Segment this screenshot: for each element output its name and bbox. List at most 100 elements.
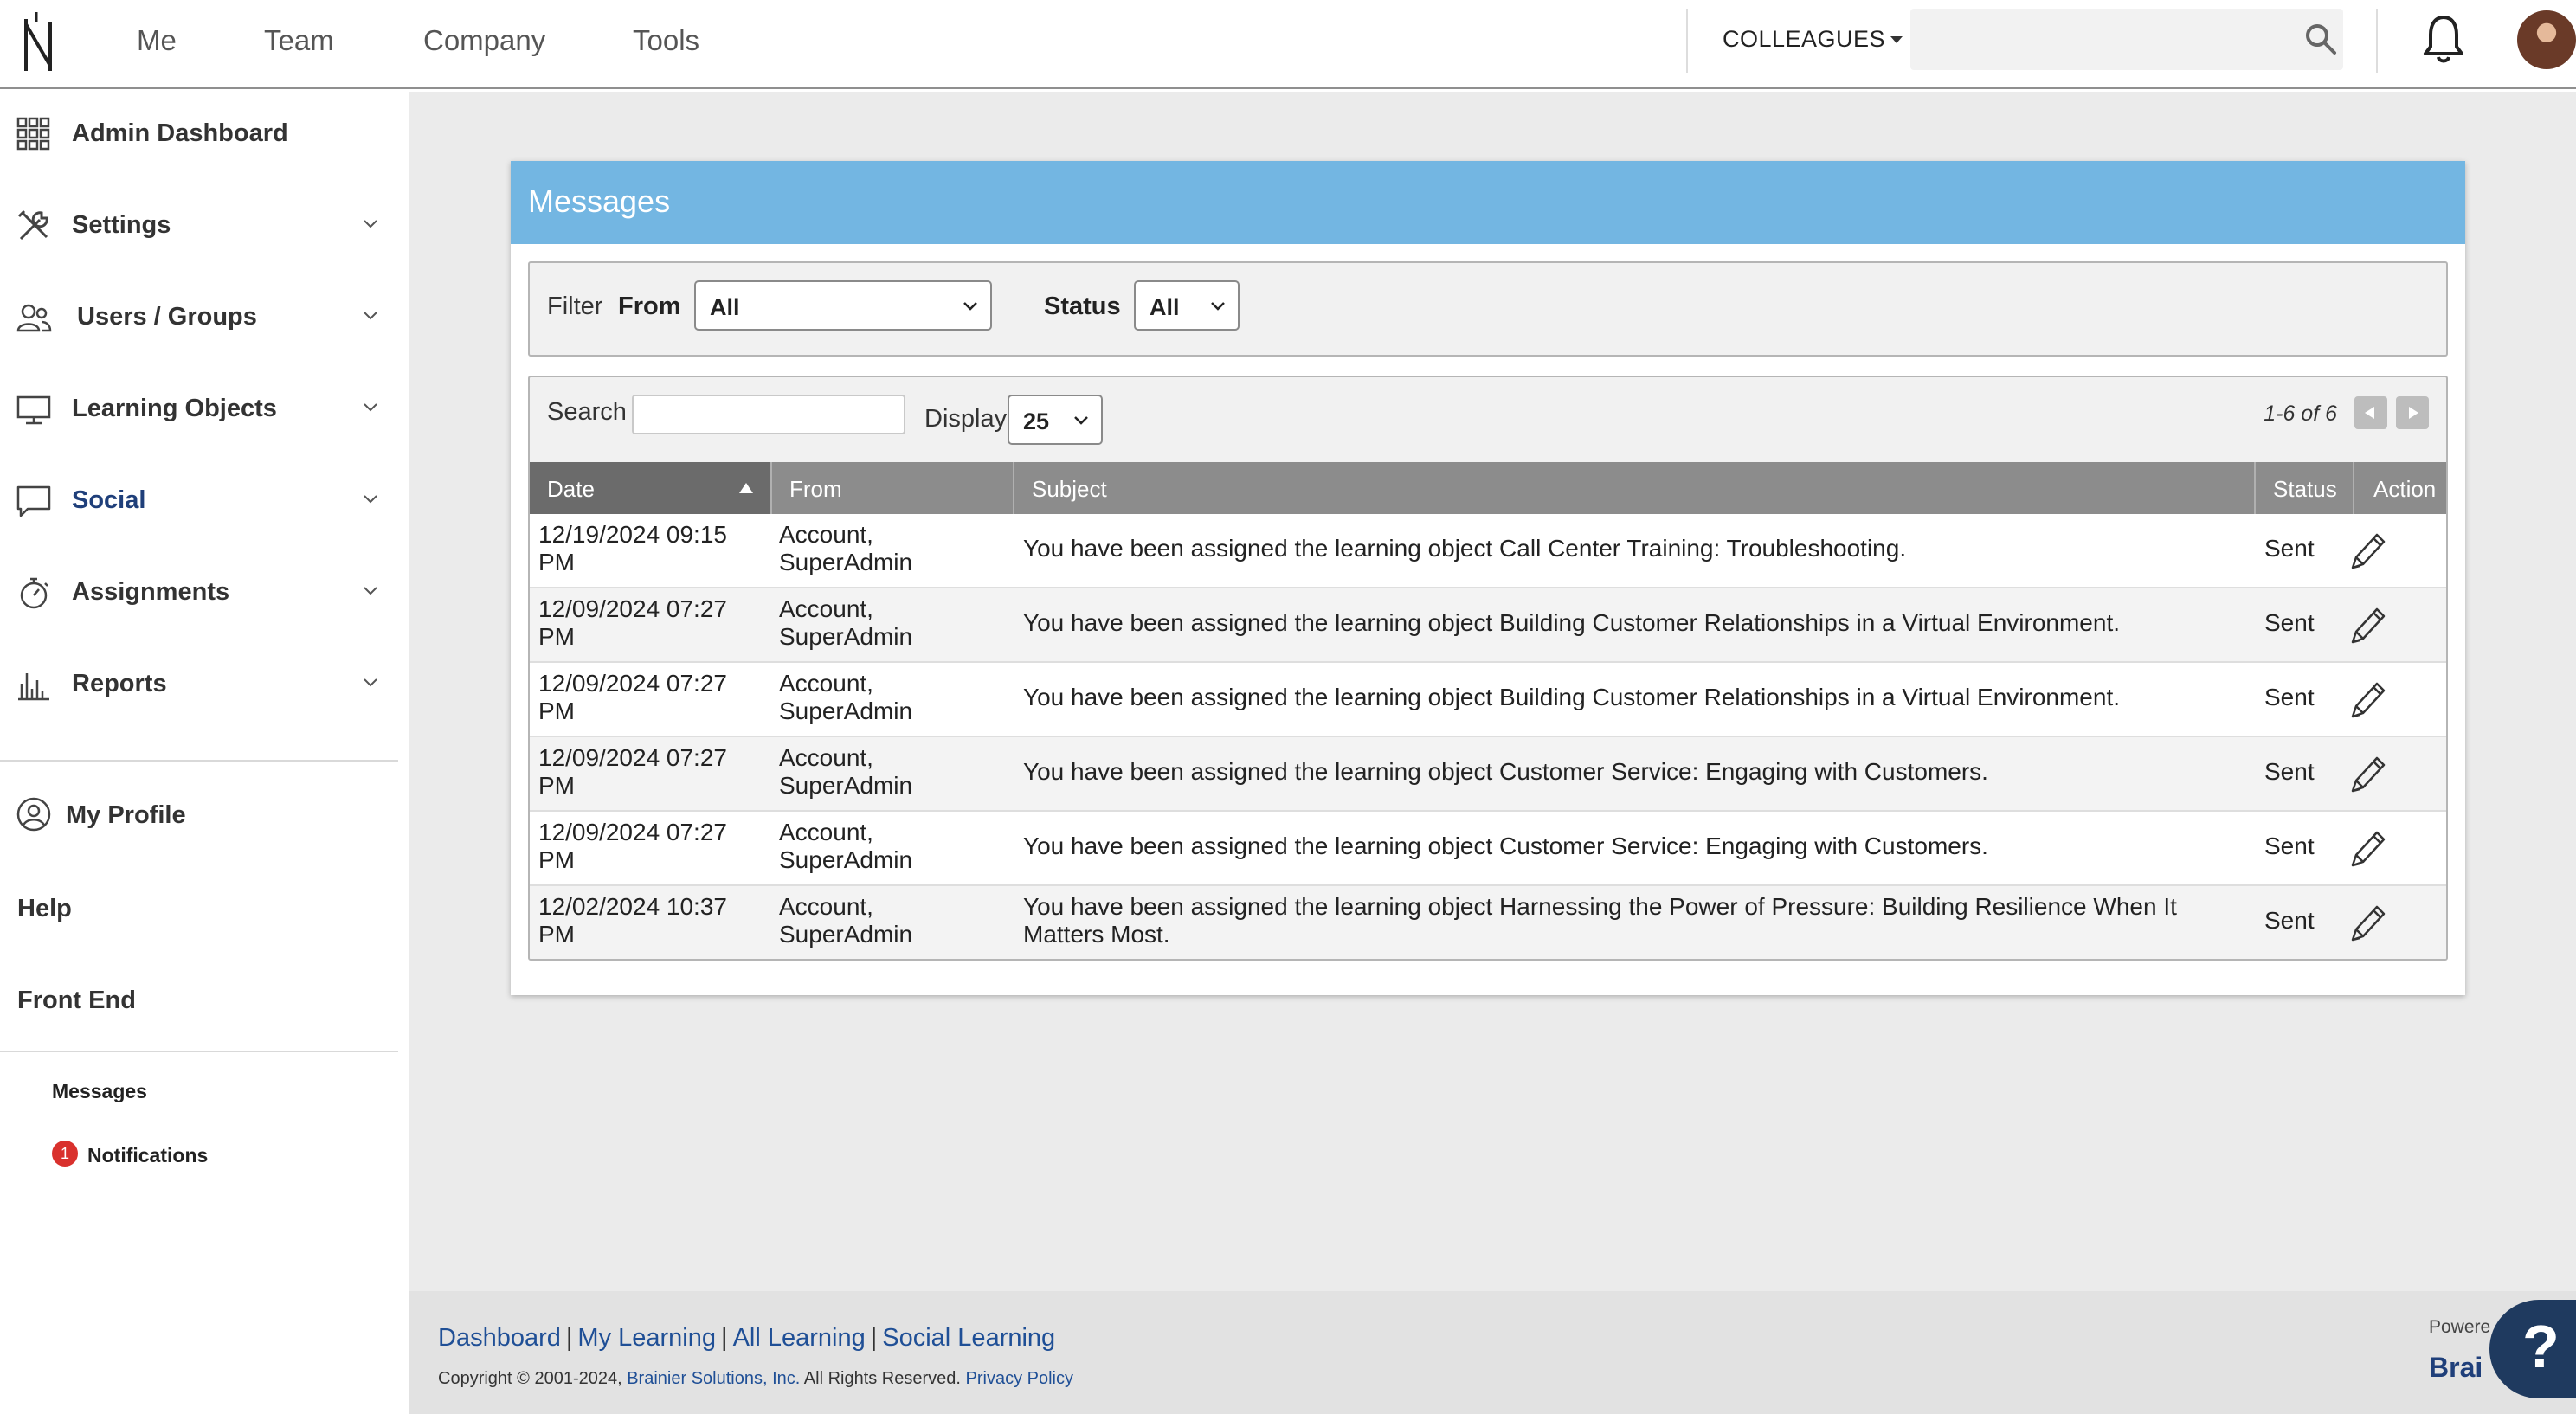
table-row[interactable]: 12/19/2024 09:15 PM Account, SuperAdmin You … [530, 514, 2446, 588]
sidebar-item-help[interactable]: Help [17, 895, 72, 923]
sidebar-item-admin-dashboard[interactable]: Admin Dashboard [0, 92, 398, 178]
search-icon[interactable] [2304, 22, 2337, 55]
divider [2376, 9, 2378, 73]
table-row[interactable]: 12/02/2024 10:37 PM Account, SuperAdmin You … [530, 886, 2446, 959]
from-select[interactable]: All [694, 280, 992, 331]
edit-pencil-icon[interactable] [2346, 827, 2387, 871]
column-header-from[interactable]: From [772, 462, 1014, 514]
subject-cell: You have been assigned the learning obje… [1023, 535, 2235, 562]
chevron-down-icon [1074, 416, 1088, 425]
date-line: PM [538, 549, 575, 575]
table-row[interactable]: 12/09/2024 07:27 PM Account, SuperAdmin You … [530, 812, 2446, 886]
from-line: SuperAdmin [779, 921, 913, 948]
date-cell: 12/02/2024 10:37 PM [538, 893, 727, 948]
sidebar-item-social[interactable]: Social [0, 459, 398, 545]
footer-link-social-learning[interactable]: Social Learning [882, 1324, 1055, 1352]
colleagues-dropdown[interactable]: COLLEAGUES [1723, 26, 1903, 53]
users-icon [16, 304, 52, 332]
grid-icon [16, 117, 50, 151]
subject-line: Matters Most. [1023, 921, 1170, 948]
status-select[interactable]: All [1134, 280, 1240, 331]
status-cell: Sent [2264, 535, 2315, 562]
column-header-date[interactable]: Date [530, 462, 772, 514]
subject-cell: You have been assigned the learning obje… [1023, 893, 2235, 948]
subject-line: You have been assigned the learning obje… [1023, 535, 1907, 562]
status-cell: Sent [2264, 609, 2315, 636]
status-select-value: All [1150, 294, 1180, 320]
question-mark-icon: ? [2522, 1313, 2560, 1380]
user-circle-icon [16, 797, 51, 832]
edit-pencil-icon[interactable] [2346, 678, 2387, 722]
sidebar-subitem-notifications[interactable]: Notifications [87, 1144, 208, 1167]
chat-icon [16, 485, 51, 517]
panel-header: Messages [511, 161, 2465, 244]
sidebar-item-reports[interactable]: Reports [0, 642, 398, 729]
column-header-subject[interactable]: Subject [1014, 462, 2256, 514]
global-search-input[interactable] [1910, 9, 2343, 70]
display-select[interactable]: 25 [1008, 395, 1103, 445]
copyright-text: Copyright © 2001-2024, [438, 1369, 622, 1388]
chevron-down-icon [364, 403, 377, 412]
subject-cell: You have been assigned the learning obje… [1023, 758, 2235, 786]
footer-link-all-learning[interactable]: All Learning [733, 1324, 866, 1352]
topnav-tools[interactable]: Tools [633, 24, 699, 57]
sidebar-item-label: Admin Dashboard [72, 119, 288, 147]
date-line: 12/02/2024 10:37 [538, 893, 727, 920]
status-cell: Sent [2264, 684, 2315, 710]
column-label: Action [2373, 476, 2437, 502]
privacy-policy-link[interactable]: Privacy Policy [966, 1369, 1073, 1388]
table-search-input[interactable] [632, 395, 905, 434]
sidebar-item-my-profile[interactable]: My Profile [0, 775, 398, 862]
edit-pencil-icon[interactable] [2346, 902, 2387, 945]
sidebar-item-label: Reports [72, 670, 167, 697]
date-line: 12/09/2024 07:27 [538, 670, 727, 697]
footer-link-my-learning[interactable]: My Learning [577, 1324, 716, 1352]
edit-pencil-icon[interactable] [2346, 604, 2387, 647]
topnav-company[interactable]: Company [423, 24, 545, 57]
from-line: SuperAdmin [779, 697, 913, 724]
company-link[interactable]: Brainier Solutions, Inc. [627, 1369, 800, 1388]
from-line: Account, [779, 670, 873, 697]
table-row[interactable]: 12/09/2024 07:27 PM Account, SuperAdmin You … [530, 737, 2446, 812]
prev-page-button[interactable] [2354, 396, 2387, 429]
from-line: SuperAdmin [779, 623, 913, 650]
chevron-down-icon [364, 587, 377, 595]
sidebar-item-assignments[interactable]: Assignments [0, 550, 398, 637]
sidebar-item-settings[interactable]: Settings [0, 183, 398, 270]
edit-pencil-icon[interactable] [2346, 753, 2387, 796]
sidebar-item-label: Assignments [72, 578, 230, 606]
footer-link-dashboard[interactable]: Dashboard [438, 1324, 561, 1352]
sidebar-subitem-messages[interactable]: Messages [52, 1080, 147, 1103]
from-cell: Account, SuperAdmin [779, 893, 912, 948]
edit-pencil-icon[interactable] [2346, 530, 2387, 573]
table-row[interactable]: 12/09/2024 07:27 PM Account, SuperAdmin You … [530, 588, 2446, 663]
chevron-down-icon [364, 312, 377, 320]
from-line: Account, [779, 521, 873, 548]
table-row[interactable]: 12/09/2024 07:27 PM Account, SuperAdmin You … [530, 663, 2446, 737]
next-page-button[interactable] [2396, 396, 2429, 429]
from-line: SuperAdmin [779, 846, 913, 873]
column-label: Status [2273, 476, 2337, 502]
topnav-me[interactable]: Me [137, 24, 177, 57]
messages-table-container: Search Display 25 1-6 of 6 Date From Sub… [528, 376, 2448, 961]
date-line: PM [538, 772, 575, 799]
sidebar-item-users-groups[interactable]: Users / Groups [0, 275, 398, 362]
sidebar-item-learning-objects[interactable]: Learning Objects [0, 367, 398, 453]
sidebar-item-label: My Profile [66, 801, 186, 829]
column-header-status[interactable]: Status [2256, 462, 2354, 514]
bell-icon[interactable] [2420, 12, 2467, 66]
sidebar-item-front-end[interactable]: Front End [17, 987, 136, 1015]
search-label: Search [547, 398, 627, 426]
date-line: 12/09/2024 07:27 [538, 819, 727, 845]
subject-line: You have been assigned the learning obje… [1023, 684, 2121, 710]
from-line: SuperAdmin [779, 772, 913, 799]
triangle-left-icon [2365, 407, 2374, 419]
topnav-team[interactable]: Team [264, 24, 334, 57]
table-header: Date From Subject Status Action [530, 462, 2446, 514]
from-label: From [618, 292, 681, 320]
logo-icon[interactable] [19, 10, 59, 74]
status-cell: Sent [2264, 907, 2315, 934]
avatar[interactable] [2517, 10, 2576, 69]
footer-links: Dashboard | My Learning | All Learning | Socia… [438, 1324, 1055, 1353]
from-cell: Account, SuperAdmin [779, 595, 912, 651]
